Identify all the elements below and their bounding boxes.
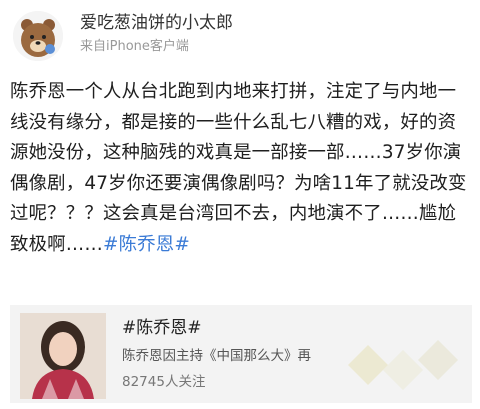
bear-avatar-icon: [13, 11, 63, 61]
user-avatar[interactable]: [13, 11, 63, 61]
topic-thumbnail: [20, 313, 106, 399]
post-body: 陈乔恩一个人从台北跑到内地来打拼，注定了与内地一线没有缘分，都是接的一些什么乱七…: [10, 77, 474, 261]
portrait-image-icon: [20, 313, 106, 399]
topic-followers: 82745人关注: [122, 374, 206, 390]
post-body-text: 陈乔恩一个人从台北跑到内地来打拼，注定了与内地一线没有缘分，都是接的一些什么乱七…: [10, 81, 467, 255]
topic-title[interactable]: #陈乔恩#: [122, 317, 202, 339]
hashtag-link[interactable]: #陈乔恩#: [103, 234, 190, 255]
post-source: 来自iPhone客户端: [80, 39, 189, 54]
username[interactable]: 爱吃葱油饼的小太郎: [80, 12, 233, 34]
post-header: 爱吃葱油饼的小太郎 来自iPhone客户端: [0, 0, 480, 70]
topic-description: 陈乔恩因主持《中国那么大》再: [122, 348, 311, 364]
topic-card[interactable]: #陈乔恩# 陈乔恩因主持《中国那么大》再 82745人关注: [10, 305, 472, 403]
